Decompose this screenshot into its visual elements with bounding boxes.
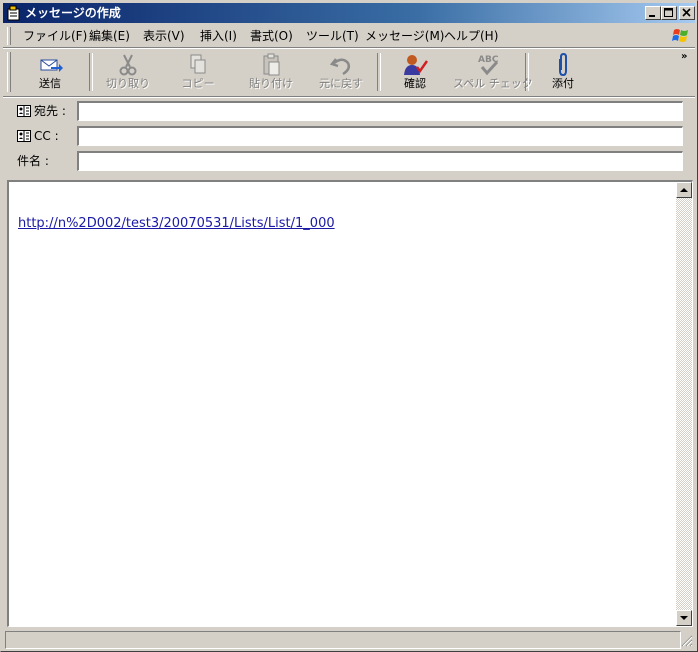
minimize-button[interactable] [645, 6, 661, 20]
send-button[interactable]: 送信 [25, 51, 75, 93]
paperclip-icon [559, 53, 567, 77]
paste-button[interactable]: 貼り付け [243, 51, 299, 93]
cc-row: CC : [1, 126, 698, 148]
menu-bar: ファイル(F) 編集(E) 表示(V) 挿入(I) 書式(O) ツール(T) メ… [3, 25, 695, 47]
send-icon [40, 59, 63, 72]
subject-row: 件名 : [1, 151, 698, 173]
subject-field[interactable] [77, 151, 683, 171]
maximize-button[interactable] [661, 6, 677, 20]
cut-label: 切り取り [106, 77, 150, 90]
maximize-icon [664, 8, 673, 17]
copy-button[interactable]: コピー [173, 51, 223, 93]
undo-button[interactable]: 元に戻す [313, 51, 369, 93]
arrow-down-icon [680, 616, 688, 620]
cc-label-group[interactable]: CC : [17, 128, 59, 144]
resize-grip-icon[interactable] [681, 635, 693, 647]
check-names-button[interactable]: 確認 [393, 51, 437, 93]
attach-button[interactable]: 添付 [543, 51, 583, 93]
spell-check-label: スペル チェック [453, 77, 533, 90]
body-hyperlink[interactable]: http://n%2D002/test3/20070531/Lists/List… [18, 216, 335, 231]
paste-icon [263, 53, 280, 76]
attach-label: 添付 [552, 77, 574, 90]
close-button[interactable] [679, 6, 695, 20]
menu-file[interactable]: ファイル(F) [23, 29, 87, 43]
minimize-icon [649, 15, 655, 17]
compose-window: メッセージの作成 ファイル(F) 編集(E) 表示(V) 挿入(I) 書式(O)… [0, 0, 698, 652]
check-names-label: 確認 [404, 77, 426, 90]
check-names-icon [404, 55, 428, 75]
toolbar-grip[interactable] [7, 52, 11, 92]
undo-icon [329, 58, 351, 76]
close-icon [682, 8, 691, 17]
window-title: メッセージの作成 [25, 6, 121, 20]
toolbar: 送信 切り取り コピー 貼り付け 元に戻す 確認 ABC スペル チェック 添付… [3, 49, 695, 95]
to-label: 宛先 : [34, 104, 66, 118]
toolbar-separator [377, 53, 381, 91]
cut-button[interactable]: 切り取り [103, 51, 153, 93]
to-field[interactable] [77, 101, 683, 121]
cc-label: CC : [34, 129, 59, 143]
title-bar[interactable]: メッセージの作成 [3, 3, 695, 23]
toolbar-separator [89, 53, 93, 91]
menu-insert[interactable]: 挿入(I) [200, 29, 237, 43]
menu-edit[interactable]: 編集(E) [89, 29, 130, 43]
undo-label: 元に戻す [319, 77, 363, 90]
toolbar-separator-line [3, 96, 695, 98]
menu-help[interactable]: ヘルプ(H) [444, 29, 498, 43]
scroll-up-button[interactable] [676, 182, 692, 198]
address-book-icon[interactable] [17, 130, 31, 142]
scissors-icon [119, 54, 137, 76]
copy-label: コピー [181, 77, 215, 90]
vertical-scrollbar[interactable] [676, 182, 692, 626]
message-body[interactable]: http://n%2D002/test3/20070531/Lists/List… [7, 180, 693, 627]
to-row: 宛先 : [1, 101, 698, 123]
menu-view[interactable]: 表示(V) [143, 29, 185, 43]
send-label: 送信 [39, 77, 61, 90]
copy-icon [190, 54, 206, 74]
menu-tools[interactable]: ツール(T) [306, 29, 359, 43]
scroll-down-button[interactable] [676, 610, 692, 626]
windows-logo-icon [672, 29, 688, 42]
spell-check-button[interactable]: ABC スペル チェック [453, 51, 533, 93]
subject-label: 件名 : [17, 154, 49, 168]
paste-label: 貼り付け [249, 77, 293, 90]
cc-field[interactable] [77, 126, 683, 146]
address-book-icon[interactable] [17, 105, 31, 117]
arrow-up-icon [680, 188, 688, 192]
toolbar-separator [525, 53, 529, 91]
menubar-grip[interactable] [7, 27, 11, 45]
status-pane [5, 631, 681, 649]
compose-message-icon [7, 5, 20, 21]
menu-message[interactable]: メッセージ(M) [365, 29, 444, 43]
status-bar [5, 631, 695, 649]
menu-format[interactable]: 書式(O) [250, 29, 293, 43]
to-label-group[interactable]: 宛先 : [17, 103, 66, 119]
spell-check-icon: ABC [478, 55, 499, 76]
toolbar-overflow-chevron[interactable]: » [681, 51, 687, 62]
